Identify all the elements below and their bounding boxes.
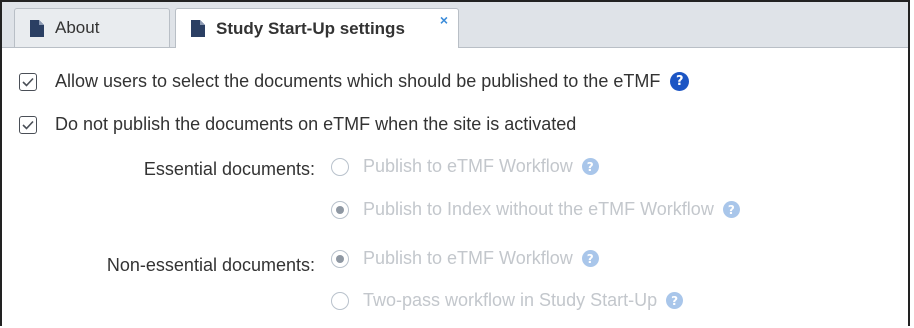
do-not-publish-checkbox[interactable] bbox=[19, 115, 37, 134]
essential-index-label: Publish to Index without the eTMF Workfl… bbox=[363, 199, 714, 219]
non-essential-workflow-label: Publish to eTMF Workflow bbox=[363, 248, 573, 268]
essential-workflow-label: Publish to eTMF Workflow bbox=[363, 156, 573, 176]
allow-select-option: Allow users to select the documents whic… bbox=[19, 71, 690, 92]
allow-select-checkbox[interactable] bbox=[19, 72, 37, 91]
help-icon[interactable]: ? bbox=[666, 292, 684, 309]
non-essential-workflow-radio[interactable] bbox=[331, 249, 349, 268]
non-essential-option-workflow: Publish to eTMF Workflow ? bbox=[331, 248, 599, 269]
tab-about-label: About bbox=[55, 18, 100, 37]
tab-settings-label: Study Start-Up settings bbox=[216, 18, 405, 38]
checkmark-icon bbox=[22, 120, 34, 130]
allow-select-label: Allow users to select the documents whic… bbox=[55, 71, 661, 91]
tab-about[interactable]: About bbox=[14, 8, 170, 47]
do-not-publish-label: Do not publish the documents on eTMF whe… bbox=[55, 114, 577, 134]
essential-option-index: Publish to Index without the eTMF Workfl… bbox=[331, 199, 740, 220]
non-essential-option-two-pass: Two-pass workflow in Study Start-Up ? bbox=[331, 290, 684, 311]
do-not-publish-option: Do not publish the documents on eTMF whe… bbox=[19, 114, 576, 135]
document-icon bbox=[30, 19, 44, 37]
close-icon[interactable]: × bbox=[440, 12, 448, 28]
tab-bar: About Study Start-Up settings × bbox=[2, 2, 908, 48]
non-essential-two-pass-radio[interactable] bbox=[331, 291, 349, 310]
tab-study-start-up-settings[interactable]: Study Start-Up settings × bbox=[175, 8, 459, 48]
essential-index-radio[interactable] bbox=[331, 200, 349, 219]
essential-option-workflow: Publish to eTMF Workflow ? bbox=[331, 156, 599, 177]
help-icon[interactable]: ? bbox=[670, 72, 690, 91]
non-essential-two-pass-label: Two-pass workflow in Study Start-Up bbox=[363, 290, 658, 310]
document-icon bbox=[191, 20, 205, 37]
help-icon[interactable]: ? bbox=[722, 201, 740, 218]
essential-documents-label: Essential documents: bbox=[143, 159, 315, 179]
checkmark-icon bbox=[22, 77, 34, 87]
essential-workflow-radio[interactable] bbox=[331, 157, 349, 176]
help-icon[interactable]: ? bbox=[581, 250, 599, 267]
help-icon[interactable]: ? bbox=[581, 158, 599, 175]
non-essential-documents-label: Non-essential documents: bbox=[106, 255, 315, 275]
